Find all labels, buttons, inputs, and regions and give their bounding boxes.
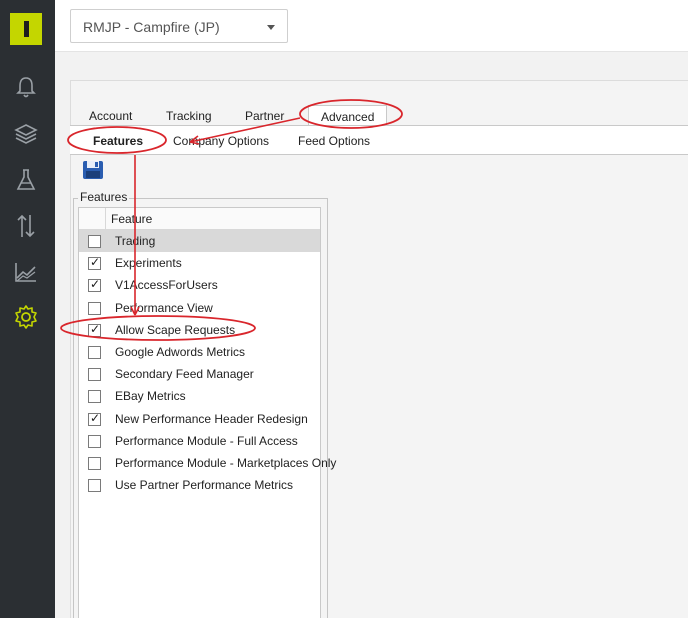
tab-tracking[interactable]: Tracking xyxy=(166,109,212,123)
check-icon: ✓ xyxy=(90,277,101,292)
feature-checkbox[interactable] xyxy=(88,235,101,248)
check-icon: ✓ xyxy=(90,410,101,425)
feature-checkbox[interactable] xyxy=(88,390,101,404)
feature-checkbox[interactable] xyxy=(88,434,101,448)
tab-account[interactable]: Account xyxy=(89,109,132,123)
feature-column-header[interactable]: Feature xyxy=(111,212,152,226)
table-row[interactable]: Trading xyxy=(79,230,320,252)
subtab-company-options[interactable]: Company Options xyxy=(173,134,269,148)
logo[interactable] xyxy=(10,13,42,45)
feature-checkbox[interactable] xyxy=(88,479,101,493)
feature-checkbox[interactable] xyxy=(88,368,101,382)
sidebar xyxy=(0,0,55,618)
feature-label: Trading xyxy=(115,234,156,248)
table-row[interactable]: Google Adwords Metrics xyxy=(79,341,320,363)
feature-label: V1AccessForUsers xyxy=(115,278,218,293)
table-row[interactable]: Performance View xyxy=(79,297,320,319)
table-row[interactable]: Secondary Feed Manager xyxy=(79,363,320,385)
feature-checkbox[interactable]: ✓ xyxy=(88,410,101,426)
feature-checkbox[interactable]: ✓ xyxy=(88,255,101,271)
sort-arrows-icon[interactable] xyxy=(12,212,40,240)
feature-checkbox[interactable]: ✓ xyxy=(88,321,101,337)
features-group-legend: Features xyxy=(78,190,130,204)
table-row[interactable]: Performance Module - Full Access xyxy=(79,430,320,452)
save-button[interactable] xyxy=(82,160,104,180)
account-select[interactable]: RMJP - Campfire (JP) xyxy=(70,9,288,43)
table-row[interactable]: Use Partner Performance Metrics xyxy=(79,474,320,496)
bell-icon[interactable] xyxy=(12,73,40,101)
feature-checkbox[interactable]: ✓ xyxy=(88,277,101,293)
feature-label: Google Adwords Metrics xyxy=(115,345,246,359)
check-icon: ✓ xyxy=(90,321,101,336)
feature-label: Performance View xyxy=(115,300,213,315)
table-row[interactable]: ✓ New Performance Header Redesign xyxy=(79,408,320,430)
tab-advanced[interactable]: Advanced xyxy=(308,105,388,126)
feature-label: Secondary Feed Manager xyxy=(115,367,254,382)
features-grid: Feature Trading ✓ Experiments ✓ V1AccessForU… xyxy=(78,207,336,618)
feature-checkbox[interactable] xyxy=(88,457,101,470)
table-row[interactable]: ✓ Experiments xyxy=(79,252,320,274)
feature-label: Allow Scape Requests xyxy=(115,322,236,337)
table-row[interactable]: ✓ Allow Scape Requests xyxy=(79,319,320,341)
gear-icon[interactable] xyxy=(12,303,40,331)
chevron-down-icon xyxy=(267,25,275,30)
feature-label: New Performance Header Redesign xyxy=(115,411,308,426)
table-row[interactable]: ✓ V1AccessForUsers xyxy=(79,274,320,296)
table-row[interactable]: EBay Metrics xyxy=(79,385,320,407)
grid-header: Feature xyxy=(79,208,320,230)
account-select-value: RMJP - Campfire (JP) xyxy=(83,19,220,35)
flask-icon[interactable] xyxy=(12,166,40,194)
area-chart-icon[interactable] xyxy=(12,258,40,286)
feature-label: Use Partner Performance Metrics xyxy=(115,478,294,493)
feature-label: Performance Module - Marketplaces Only xyxy=(115,456,337,470)
subtab-features[interactable]: Features xyxy=(93,134,143,148)
feature-label: Performance Module - Full Access xyxy=(115,433,298,448)
floppy-disk-icon xyxy=(83,161,103,179)
feature-label: Experiments xyxy=(115,256,182,271)
subtab-bar xyxy=(70,125,688,155)
tab-partner[interactable]: Partner xyxy=(245,109,284,123)
subtab-feed-options[interactable]: Feed Options xyxy=(298,134,370,148)
table-row[interactable]: Performance Module - Marketplaces Only xyxy=(79,452,336,474)
check-icon: ✓ xyxy=(90,255,101,270)
feature-label: EBay Metrics xyxy=(115,389,186,404)
feature-checkbox[interactable] xyxy=(88,346,101,359)
layers-icon[interactable] xyxy=(12,120,40,148)
top-bar: RMJP - Campfire (JP) xyxy=(55,0,688,52)
feature-checkbox[interactable] xyxy=(88,301,101,315)
